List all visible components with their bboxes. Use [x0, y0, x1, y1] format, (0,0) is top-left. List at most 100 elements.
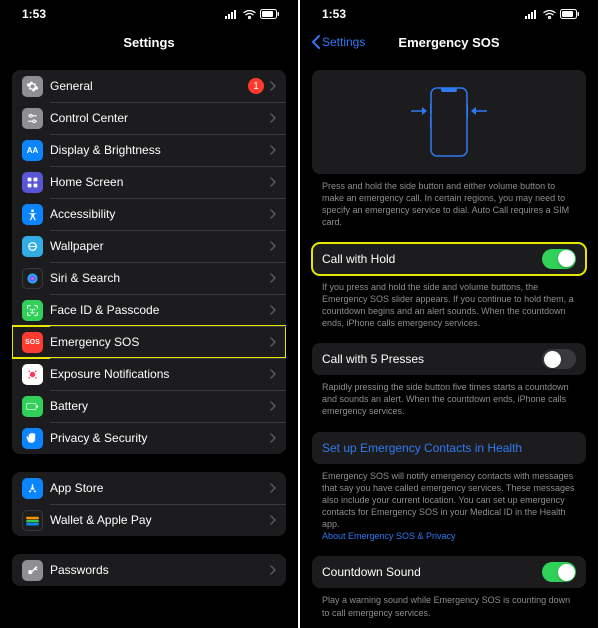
- chevron-right-icon: [270, 177, 276, 187]
- page-title: Emergency SOS: [398, 35, 499, 50]
- chevron-right-icon: [270, 81, 276, 91]
- sos-illustration: [312, 70, 586, 174]
- grid-icon: [22, 172, 43, 193]
- appstore-icon: [22, 478, 43, 499]
- row-passwords[interactable]: Passwords: [12, 554, 286, 586]
- row-general[interactable]: General 1: [12, 70, 286, 102]
- row-label: Call with Hold: [322, 252, 542, 266]
- chevron-left-icon: [312, 35, 320, 49]
- row-label: Exposure Notifications: [50, 367, 270, 381]
- signal-icon: [525, 10, 539, 19]
- row-battery[interactable]: Battery: [12, 390, 286, 422]
- settings-group-2: App Store Wallet & Apple Pay: [12, 472, 286, 536]
- key-icon: [22, 560, 43, 581]
- row-emergency-sos[interactable]: SOS Emergency SOS: [12, 326, 286, 358]
- badge: 1: [248, 78, 264, 94]
- contacts-footer: Emergency SOS will notify emergency cont…: [312, 470, 586, 543]
- row-label: Control Center: [50, 111, 270, 125]
- status-bar: 1:53: [0, 0, 298, 28]
- setup-contacts-group: Set up Emergency Contacts in Health: [312, 432, 586, 464]
- call-hold-switch[interactable]: [542, 249, 576, 269]
- hand-icon: [22, 428, 43, 449]
- row-label: Display & Brightness: [50, 143, 270, 157]
- row-label: Countdown Sound: [322, 565, 542, 579]
- row-countdown[interactable]: Countdown Sound: [312, 556, 586, 588]
- row-label: Call with 5 Presses: [322, 352, 542, 366]
- row-label: Wallpaper: [50, 239, 270, 253]
- gear-icon: [22, 76, 43, 97]
- chevron-right-icon: [270, 145, 276, 155]
- row-label: Siri & Search: [50, 271, 270, 285]
- status-indicators: [525, 9, 580, 19]
- row-label: Emergency SOS: [50, 335, 270, 349]
- row-siri[interactable]: Siri & Search: [12, 262, 286, 294]
- chevron-right-icon: [270, 113, 276, 123]
- sos-icon: SOS: [22, 332, 43, 353]
- countdown-group: Countdown Sound: [312, 556, 586, 588]
- back-button[interactable]: Settings: [312, 35, 365, 49]
- chevron-right-icon: [270, 305, 276, 315]
- row-faceid[interactable]: Face ID & Passcode: [12, 294, 286, 326]
- contacts-footer-text: Emergency SOS will notify emergency cont…: [322, 471, 574, 530]
- status-bar: 1:53: [300, 0, 598, 28]
- accessibility-icon: [22, 204, 43, 225]
- exposure-icon: [22, 364, 43, 385]
- row-label: Home Screen: [50, 175, 270, 189]
- sos-content[interactable]: Press and hold the side button and eithe…: [300, 56, 598, 628]
- row-label: Set up Emergency Contacts in Health: [322, 441, 576, 455]
- wifi-icon: [243, 10, 256, 19]
- chevron-right-icon: [270, 337, 276, 347]
- sliders-icon: [22, 108, 43, 129]
- row-setup-contacts[interactable]: Set up Emergency Contacts in Health: [312, 432, 586, 464]
- call-hold-group: Call with Hold: [312, 243, 586, 275]
- countdown-switch[interactable]: [542, 562, 576, 582]
- row-label: Battery: [50, 399, 270, 413]
- row-control-center[interactable]: Control Center: [12, 102, 286, 134]
- row-home-screen[interactable]: Home Screen: [12, 166, 286, 198]
- chevron-right-icon: [270, 401, 276, 411]
- row-label: Accessibility: [50, 207, 270, 221]
- settings-group-1: General 1 Control Center AA Display & Br…: [12, 70, 286, 454]
- chevron-right-icon: [270, 273, 276, 283]
- status-indicators: [225, 9, 280, 19]
- countdown-footer: Play a warning sound while Emergency SOS…: [312, 594, 586, 618]
- row-display[interactable]: AA Display & Brightness: [12, 134, 286, 166]
- chevron-right-icon: [270, 369, 276, 379]
- row-exposure[interactable]: Exposure Notifications: [12, 358, 286, 390]
- row-call-hold[interactable]: Call with Hold: [312, 243, 586, 275]
- call-presses-switch[interactable]: [542, 349, 576, 369]
- call-hold-footer: If you press and hold the side and volum…: [312, 281, 586, 330]
- row-label: Privacy & Security: [50, 431, 270, 445]
- settings-group-3: Passwords: [12, 554, 286, 586]
- battery-icon: [22, 396, 43, 417]
- nav-bar: Settings: [0, 28, 298, 56]
- illustration-footer: Press and hold the side button and eithe…: [312, 180, 586, 229]
- call-presses-footer: Rapidly pressing the side button five ti…: [312, 381, 586, 417]
- settings-screen: 1:53 Settings General 1 Control Center A…: [0, 0, 300, 628]
- signal-icon: [225, 10, 239, 19]
- row-privacy[interactable]: Privacy & Security: [12, 422, 286, 454]
- row-wallpaper[interactable]: Wallpaper: [12, 230, 286, 262]
- wallet-icon: [22, 510, 43, 531]
- status-time: 1:53: [322, 7, 346, 21]
- chevron-right-icon: [270, 565, 276, 575]
- row-wallet[interactable]: Wallet & Apple Pay: [12, 504, 286, 536]
- row-accessibility[interactable]: Accessibility: [12, 198, 286, 230]
- row-label: General: [50, 79, 248, 93]
- wallpaper-icon: [22, 236, 43, 257]
- text-size-icon: AA: [22, 140, 43, 161]
- settings-list[interactable]: General 1 Control Center AA Display & Br…: [0, 56, 298, 628]
- chevron-right-icon: [270, 433, 276, 443]
- row-label: App Store: [50, 481, 270, 495]
- page-title: Settings: [123, 35, 174, 50]
- row-call-presses[interactable]: Call with 5 Presses: [312, 343, 586, 375]
- row-label: Passwords: [50, 563, 270, 577]
- battery-icon: [260, 9, 280, 19]
- call-presses-group: Call with 5 Presses: [312, 343, 586, 375]
- chevron-right-icon: [270, 483, 276, 493]
- chevron-right-icon: [270, 241, 276, 251]
- wifi-icon: [543, 10, 556, 19]
- status-time: 1:53: [22, 7, 46, 21]
- about-privacy-link[interactable]: About Emergency SOS & Privacy: [322, 531, 456, 541]
- row-appstore[interactable]: App Store: [12, 472, 286, 504]
